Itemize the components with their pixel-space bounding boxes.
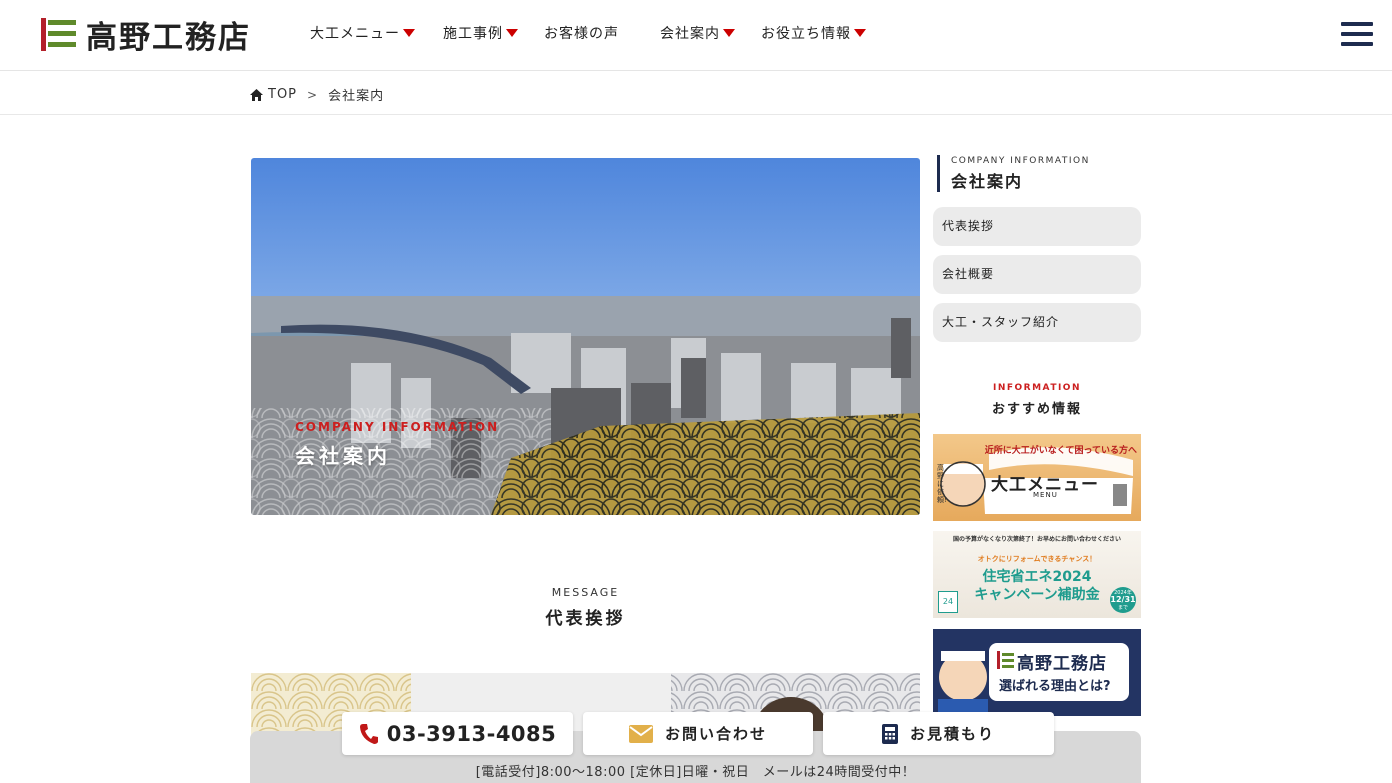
logo-text: 高野工務店 (86, 19, 251, 56)
contact-label: お問い合わせ (664, 725, 767, 743)
sidebar-link-overview[interactable]: 会社概要 (933, 255, 1141, 294)
hero-title: 会社案内 (295, 444, 391, 468)
calendar-badge: 2024年 12/31 まで (1110, 587, 1136, 613)
estimate-label: お見積もり (909, 725, 995, 743)
caret-down-icon (854, 29, 866, 37)
home-icon (250, 88, 263, 101)
badge-date: 12/31 (1110, 595, 1136, 604)
site-logo[interactable]: 高野工務店 (38, 15, 251, 56)
banner-energy-campaign[interactable]: 国の予算がなくなり次第終了！お早めにお問い合わせください オトクにリフォームでき… (933, 531, 1141, 618)
mail-icon (628, 724, 653, 743)
contact-button[interactable]: お問い合わせ (583, 712, 813, 755)
sidebar-heading: COMPANY INFORMATION 会社案内 (937, 155, 1142, 192)
nav-item-voices[interactable]: お客様の声 (544, 23, 619, 43)
banner2-accent-text: オトクにリフォームできるチャンス！ (977, 555, 1097, 563)
info-title: おすすめ情報 (991, 402, 1082, 417)
banner2-top-text: 国の予算がなくなり次第終了！お早めにお問い合わせください (952, 536, 1121, 543)
badge-suffix: まで (1117, 605, 1128, 611)
breadcrumb-separator: > (307, 87, 319, 102)
phone-button[interactable]: 03-3913-4085 (342, 712, 573, 755)
sidebar-title: 会社案内 (951, 172, 1024, 191)
hero-subtitle: COMPANY INFORMATION (295, 420, 500, 434)
caret-down-icon (506, 29, 518, 37)
caret-down-icon (403, 29, 415, 37)
banner3-sub-text: 選ばれる理由とは? (999, 679, 1111, 694)
nav-label: 大工メニュー (310, 26, 400, 42)
sidebar-subtitle: COMPANY INFORMATION (951, 156, 1090, 166)
site-header: 高野工務店 大工メニュー 施工事例 お客様の声 会社案内 お役立ち情報 (0, 0, 1392, 71)
breadcrumb-home-link[interactable]: TOP (268, 87, 297, 102)
banner1-sub-text: MENU (1033, 491, 1058, 499)
calculator-icon (881, 723, 898, 744)
banner1-top-text: 近所に大工がいなくて困っている方へ (984, 446, 1137, 456)
nav-item-company[interactable]: 会社案内 (660, 23, 735, 43)
nav-item-carpenter-menu[interactable]: 大工メニュー (310, 23, 415, 43)
nav-label: お客様の声 (544, 26, 619, 42)
breadcrumb: TOP > 会社案内 (0, 71, 1392, 115)
message-subtitle: MESSAGE (551, 586, 620, 599)
nav-label: 会社案内 (660, 26, 720, 42)
message-title: 代表挨拶 (545, 609, 626, 629)
nav-label: お役立ち情報 (761, 26, 851, 42)
banner-why-choose[interactable]: 高野工務店 選ばれる理由とは? (933, 629, 1141, 716)
breadcrumb-current: 会社案内 (328, 89, 385, 104)
nav-label: 施工事例 (443, 26, 503, 42)
banner-carpenter-menu[interactable]: 近所に大工がいなくて困っている方へ 大工メニュー MENU 高野に依頼! (933, 434, 1141, 521)
info-subtitle: INFORMATION (992, 383, 1081, 393)
phone-number: 03-3913-4085 (386, 721, 557, 746)
house-24-icon: 24 (938, 591, 958, 613)
sidebar-link-greeting[interactable]: 代表挨拶 (933, 207, 1141, 246)
nav-item-works[interactable]: 施工事例 (443, 23, 518, 43)
hamburger-icon[interactable] (1341, 20, 1373, 48)
nav-item-useful-info[interactable]: お役立ち情報 (761, 23, 866, 43)
logo-mark-icon (38, 16, 78, 52)
banner2-main-text: 住宅省エネ2024 (982, 569, 1092, 585)
phone-icon (359, 723, 378, 744)
caret-down-icon (723, 29, 735, 37)
hero-image: COMPANY INFORMATION 会社案内 (251, 158, 920, 515)
estimate-button[interactable]: お見積もり (823, 712, 1054, 755)
business-hours-note: [電話受付]8:00〜18:00 [定休日]日曜・祝日 メールは24時間受付中！ (475, 765, 916, 780)
sidebar-link-staff[interactable]: 大工・スタッフ紹介 (933, 303, 1141, 342)
banner3-main-text: 高野工務店 (1017, 654, 1107, 674)
banner1-side-text: 高野に依頼! (937, 464, 947, 504)
